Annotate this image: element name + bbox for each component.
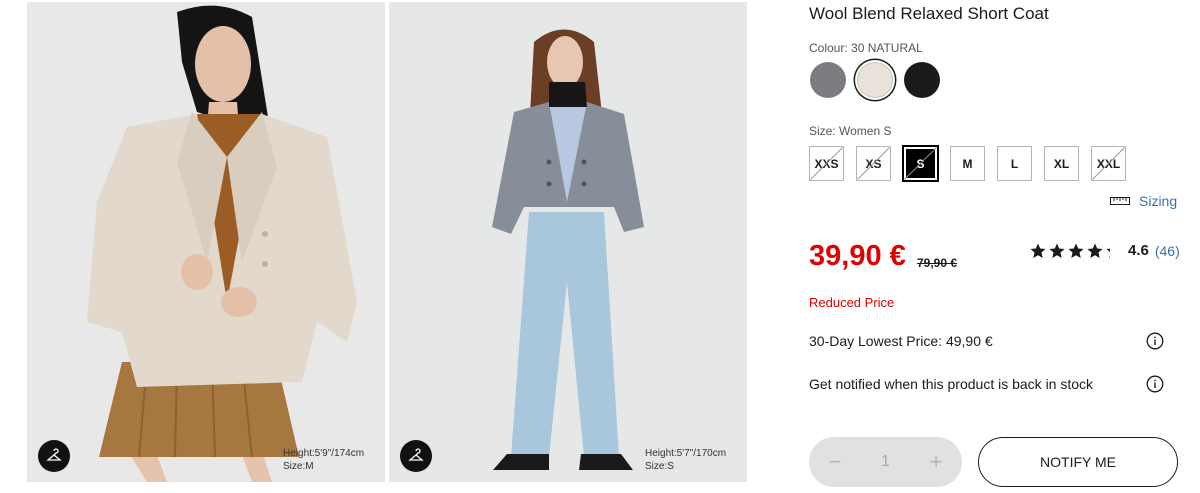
sizing-link[interactable]: Sizing bbox=[1110, 193, 1177, 209]
model-size: Size:M bbox=[283, 461, 314, 472]
quantity-stepper[interactable]: − 1 + bbox=[809, 437, 962, 487]
colour-swatch-black[interactable] bbox=[904, 62, 940, 98]
product-photo-1[interactable]: Height:5'9"/174cm Size:M bbox=[27, 2, 385, 482]
model-illustration-2 bbox=[389, 2, 747, 482]
review-count[interactable]: (46) bbox=[1155, 243, 1180, 259]
ruler-icon bbox=[1110, 197, 1130, 205]
sale-price: 39,90 € bbox=[809, 240, 906, 272]
size-option-xxl[interactable]: XXL bbox=[1091, 146, 1126, 181]
size-label: Size: Women S bbox=[809, 124, 892, 138]
lowest-price-text: 30-Day Lowest Price: 49,90 € bbox=[809, 333, 993, 349]
rating-value: 4.6 bbox=[1128, 242, 1149, 259]
hanger-icon bbox=[46, 448, 62, 461]
rating[interactable]: 4.6 (46) bbox=[1030, 242, 1180, 259]
model-height: Height:5'7"/170cm bbox=[645, 448, 727, 459]
model-illustration-1 bbox=[27, 2, 385, 482]
original-price: 79,90 € bbox=[917, 256, 958, 270]
size-option-xs[interactable]: XS bbox=[856, 146, 891, 181]
info-icon[interactable] bbox=[1146, 332, 1164, 350]
size-option-s[interactable]: S bbox=[902, 145, 939, 182]
quantity-value: 1 bbox=[881, 453, 890, 470]
reduced-price-label: Reduced Price bbox=[809, 295, 895, 310]
model-height: Height:5'9"/174cm bbox=[283, 448, 365, 459]
back-in-stock-text: Get notified when this product is back i… bbox=[809, 376, 1094, 392]
model-size-button-2[interactable] bbox=[400, 440, 432, 472]
hanger-icon bbox=[408, 448, 424, 461]
model-info-2: Height:5'7"/170cm Size:S bbox=[645, 447, 726, 473]
product-title: Wool Blend Relaxed Short Coat bbox=[809, 4, 1049, 23]
size-option-xl[interactable]: XL bbox=[1044, 146, 1079, 181]
quantity-increase-button[interactable]: + bbox=[926, 449, 946, 475]
colour-swatch-grey[interactable] bbox=[810, 62, 846, 98]
sizing-label: Sizing bbox=[1139, 193, 1178, 209]
model-size-button-1[interactable] bbox=[38, 440, 70, 472]
notify-me-button[interactable]: NOTIFY ME bbox=[978, 437, 1178, 487]
colour-swatch-natural[interactable] bbox=[857, 62, 893, 98]
size-option-l[interactable]: L bbox=[997, 146, 1032, 181]
colour-label: Colour: 30 NATURAL bbox=[809, 41, 923, 55]
size-option-xxs[interactable]: XXS bbox=[809, 146, 844, 181]
size-option-m[interactable]: M bbox=[950, 146, 985, 181]
model-size: Size:S bbox=[645, 461, 674, 472]
model-info-1: Height:5'9"/174cm Size:M bbox=[283, 447, 364, 473]
info-icon[interactable] bbox=[1146, 375, 1164, 393]
product-photo-2[interactable]: Height:5'7"/170cm Size:S bbox=[389, 2, 747, 482]
quantity-decrease-button[interactable]: − bbox=[825, 449, 845, 475]
rating-stars-icon bbox=[1030, 243, 1110, 258]
